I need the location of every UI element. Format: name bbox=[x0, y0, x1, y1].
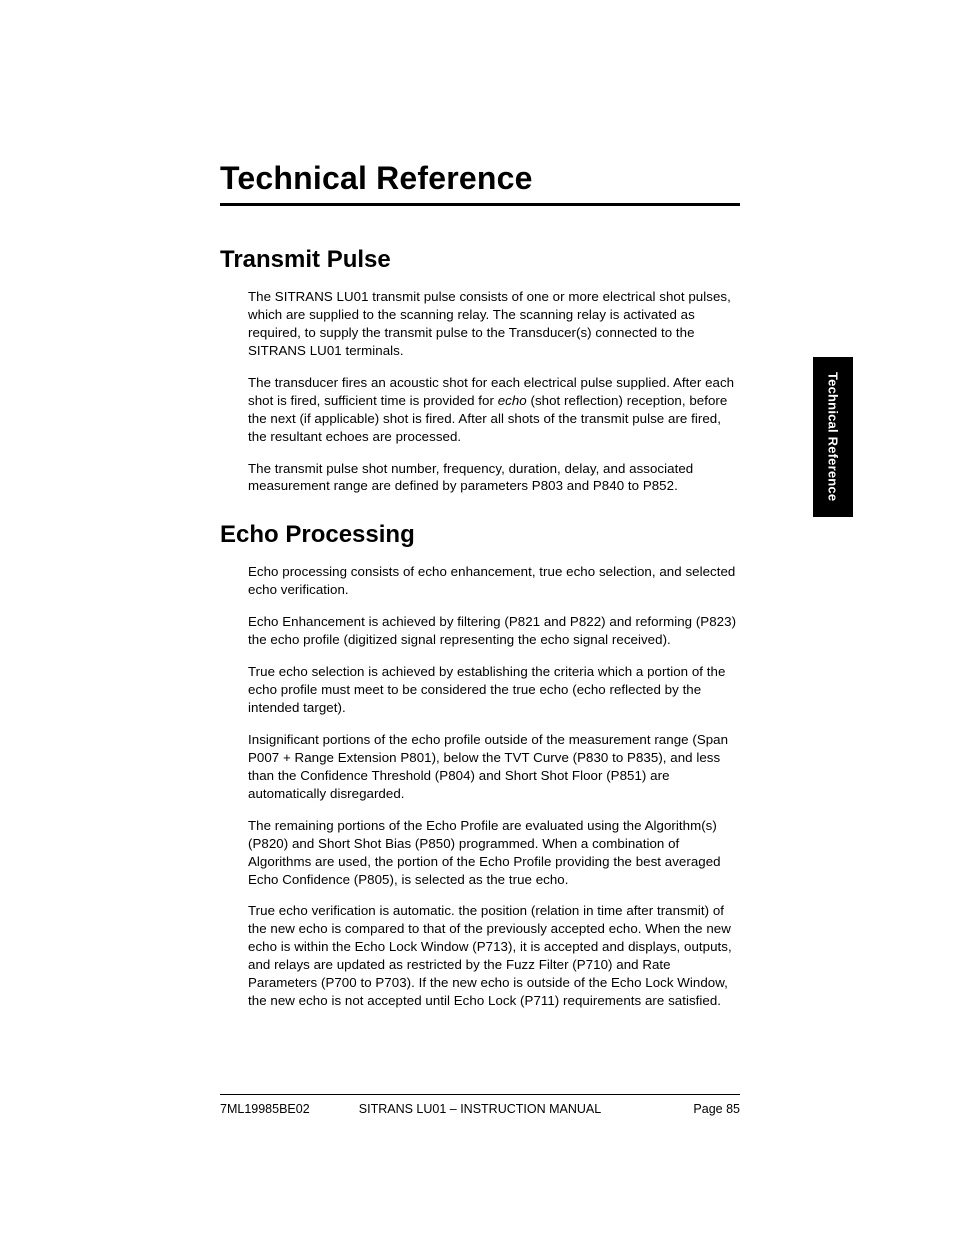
page: Technical Reference Transmit Pulse The S… bbox=[0, 0, 954, 1235]
footer-rule bbox=[220, 1094, 740, 1095]
side-tab-technical-reference: Technical Reference bbox=[813, 357, 853, 517]
section-title-echo-processing: Echo Processing bbox=[220, 521, 740, 549]
section-title-transmit-pulse: Transmit Pulse bbox=[220, 246, 740, 274]
paragraph: Echo processing consists of echo enhance… bbox=[248, 563, 740, 599]
title-rule bbox=[220, 203, 740, 206]
footer: 7ML19985BE02 SITRANS LU01 – INSTRUCTION … bbox=[220, 1102, 740, 1116]
paragraph: The transducer fires an acoustic shot fo… bbox=[248, 374, 740, 446]
italic-term-echo: echo bbox=[498, 393, 527, 408]
paragraph: True echo verification is automatic. the… bbox=[248, 902, 740, 1010]
paragraph: The transmit pulse shot number, frequenc… bbox=[248, 460, 740, 496]
paragraph: The remaining portions of the Echo Profi… bbox=[248, 817, 740, 889]
footer-doc-title: SITRANS LU01 – INSTRUCTION MANUAL bbox=[220, 1102, 740, 1116]
paragraph: The SITRANS LU01 transmit pulse consists… bbox=[248, 288, 740, 360]
paragraph: Insignificant portions of the echo profi… bbox=[248, 731, 740, 803]
content-area: Technical Reference Transmit Pulse The S… bbox=[220, 160, 740, 1024]
paragraph: True echo selection is achieved by estab… bbox=[248, 663, 740, 717]
paragraph: Echo Enhancement is achieved by filterin… bbox=[248, 613, 740, 649]
chapter-title: Technical Reference bbox=[220, 160, 740, 197]
